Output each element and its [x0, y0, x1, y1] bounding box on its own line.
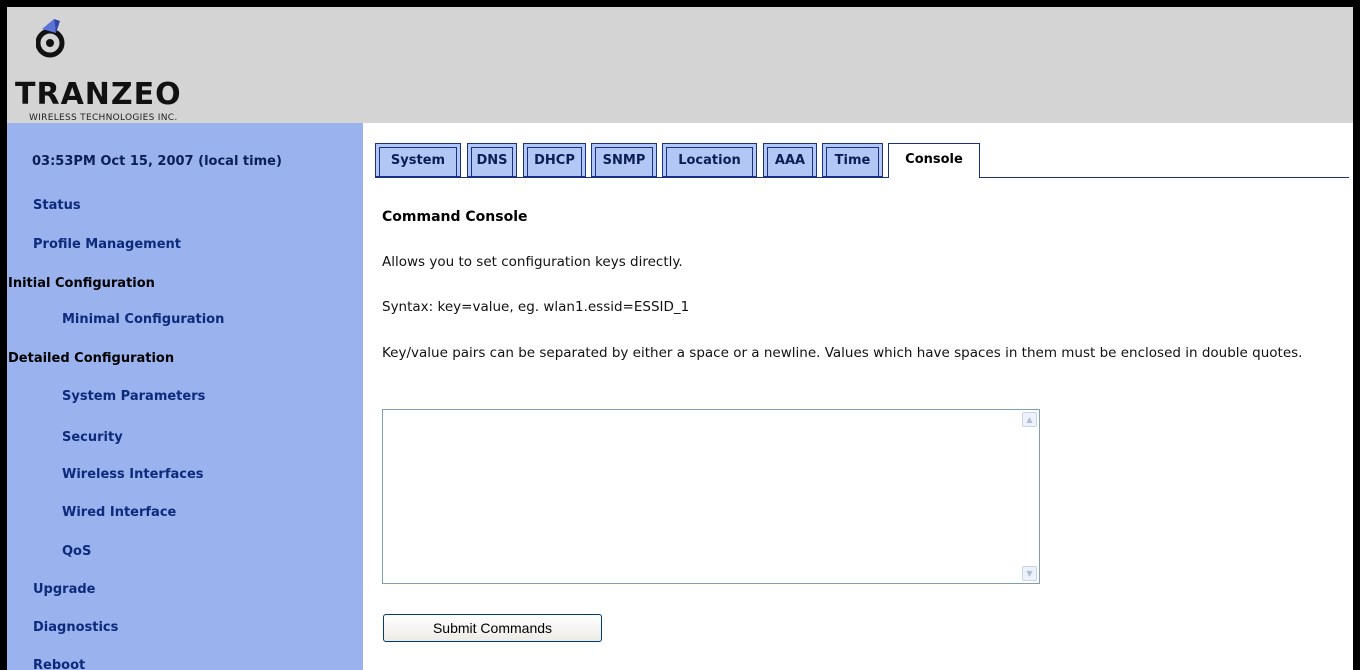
- sidebar-item-wired-interface[interactable]: Wired Interface: [62, 505, 176, 520]
- tab-label: AAA: [767, 147, 813, 176]
- tab-label: SNMP: [595, 147, 653, 176]
- main-content: System DNS DHCP SNMP Location AAA Time C…: [363, 123, 1353, 670]
- tab-bar: System DNS DHCP SNMP Location AAA Time C…: [375, 143, 1349, 179]
- command-console-textarea[interactable]: ▲ ▼: [382, 409, 1040, 584]
- intro-text: Allows you to set configuration keys dir…: [382, 254, 683, 270]
- sidebar-item-system-parameters[interactable]: System Parameters: [62, 389, 205, 404]
- sidebar-item-security[interactable]: Security: [62, 430, 123, 445]
- sidebar-item-upgrade[interactable]: Upgrade: [33, 582, 95, 597]
- tab-label: DHCP: [527, 147, 582, 176]
- sidebar-item-reboot[interactable]: Reboot: [33, 658, 85, 670]
- local-time-clock: 03:53PM Oct 15, 2007 (local time): [32, 154, 282, 169]
- syntax-text: Syntax: key=value, eg. wlan1.essid=ESSID…: [382, 299, 690, 315]
- header-bar: TRANZEO WIRELESS TECHNOLOGIES INC.: [7, 7, 1353, 123]
- tab-time[interactable]: Time: [822, 143, 883, 177]
- tab-label: Console: [905, 152, 963, 167]
- tab-label: DNS: [471, 147, 513, 176]
- console-scrollbar[interactable]: ▲ ▼: [1020, 410, 1039, 583]
- brand-subtitle: WIRELESS TECHNOLOGIES INC.: [29, 113, 178, 123]
- sidebar-item-status[interactable]: Status: [33, 198, 81, 213]
- sidebar-item-wireless-interfaces[interactable]: Wireless Interfaces: [62, 467, 204, 482]
- tab-label: Time: [826, 147, 879, 176]
- brand-wordmark: TRANZEO: [15, 77, 182, 112]
- submit-commands-button[interactable]: Submit Commands: [383, 614, 602, 642]
- page-title: Command Console: [382, 209, 528, 225]
- sidebar: 03:53PM Oct 15, 2007 (local time) Status…: [7, 123, 363, 670]
- tab-label: System: [379, 147, 457, 176]
- tab-location[interactable]: Location: [662, 143, 757, 177]
- tab-system[interactable]: System: [375, 143, 461, 177]
- app-frame: TRANZEO WIRELESS TECHNOLOGIES INC. 03:53…: [7, 7, 1353, 670]
- sidebar-section-detailed-configuration: Detailed Configuration: [8, 351, 175, 366]
- note-text: Key/value pairs can be separated by eith…: [382, 345, 1303, 361]
- tab-console[interactable]: Console: [888, 143, 980, 178]
- tab-dhcp[interactable]: DHCP: [523, 143, 586, 177]
- scroll-down-icon[interactable]: ▼: [1022, 566, 1037, 581]
- tab-dns[interactable]: DNS: [467, 143, 517, 177]
- antenna-logo-icon: [36, 19, 65, 58]
- sidebar-item-profile-management[interactable]: Profile Management: [33, 237, 181, 252]
- tab-bar-underline: [375, 177, 1349, 178]
- scroll-up-icon[interactable]: ▲: [1022, 412, 1037, 427]
- brand-logo[interactable]: TRANZEO WIRELESS TECHNOLOGIES INC.: [13, 17, 303, 123]
- sidebar-item-qos[interactable]: QoS: [62, 544, 91, 559]
- tab-aaa[interactable]: AAA: [763, 143, 817, 177]
- sidebar-item-diagnostics[interactable]: Diagnostics: [33, 620, 118, 635]
- sidebar-section-initial-configuration: Initial Configuration: [8, 276, 155, 291]
- tab-snmp[interactable]: SNMP: [591, 143, 657, 177]
- sidebar-item-minimal-configuration[interactable]: Minimal Configuration: [62, 312, 224, 327]
- tab-label: Location: [666, 147, 753, 176]
